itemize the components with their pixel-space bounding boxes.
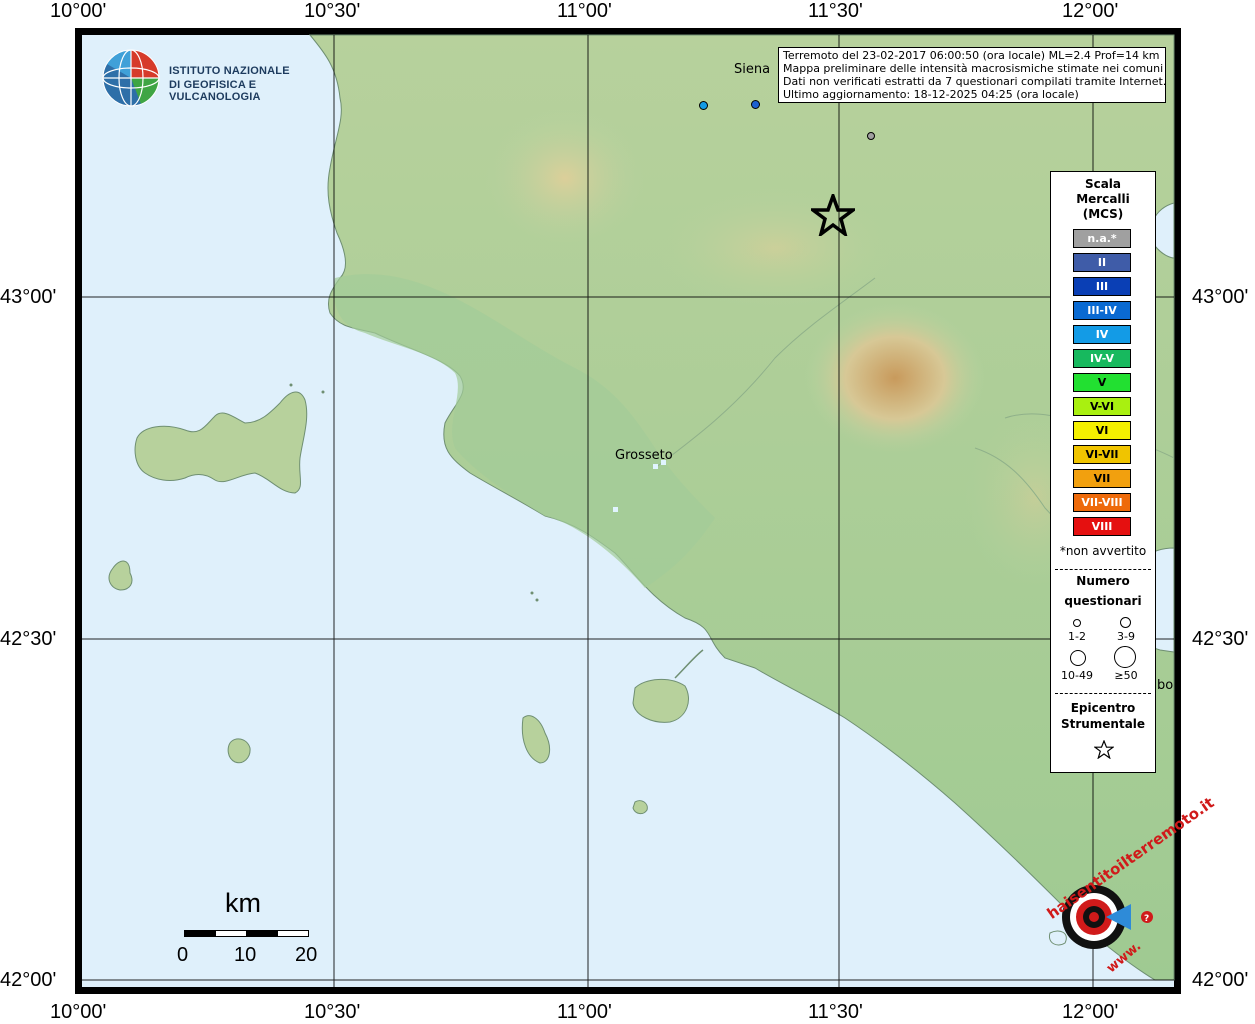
ingv-name-line2: DI GEOFISICA E VULCANOLOGIA [169,79,261,103]
event-info-line: Mappa preliminare delle intensità macros… [783,62,1164,75]
lat-label-left: 43°00' [0,286,57,308]
mcs-swatch: VII [1073,469,1131,488]
hsit-logo: ? haisentitoilterremoto.it www. [1034,794,1218,980]
intensity-marker[interactable] [699,101,708,110]
lat-label-left: 42°00' [0,969,57,991]
mcs-swatch: VI [1073,421,1131,440]
legend-divider [1055,693,1151,694]
islet [321,390,325,394]
mcs-swatch: III-IV [1073,301,1131,320]
legend-divider [1055,569,1151,570]
mcs-legend: Scala Mercalli (MCS) n.a.* II III III-IV IV I… [1050,171,1156,773]
scale-segment [277,930,309,937]
islet [530,591,534,595]
not-felt-note: *non avvertito [1059,544,1147,558]
size-label: ≥50 [1114,669,1138,682]
lon-label-bottom: 10°00' [50,1001,107,1023]
lat-label-right: 42°00' [1192,969,1249,991]
mcs-swatch: IV [1073,325,1131,344]
isola-montecristo [227,738,251,764]
hills-north [485,108,645,248]
lon-label-bottom: 10°30' [304,1001,361,1023]
scale-segment [215,930,248,937]
lat-label-right: 43°00' [1192,286,1249,308]
lon-label-top: 11°00' [557,0,612,22]
size-label: 10-49 [1061,669,1093,682]
size-circle-xlarge-icon [1114,646,1136,668]
mcs-swatch: VIII [1073,517,1131,536]
lon-label-bottom: 11°00' [557,1001,612,1023]
lon-label-top: 12°00' [1062,0,1119,22]
islet [535,598,539,602]
scale-label: 20 [295,944,318,966]
size-label: 1-2 [1068,630,1086,643]
mcs-swatch: V-VI [1073,397,1131,416]
ingv-logo: ISTITUTO NAZIONALE DI GEOFISICA E VULCAN… [101,48,311,108]
mcs-swatch: III [1073,277,1131,296]
mcs-swatch: VI-VII [1073,445,1131,464]
ingv-globe-icon [102,49,160,107]
mcs-swatch: VII-VIII [1073,493,1131,512]
event-info-line: Terremoto del 23-02-2017 06:00:50 (ora l… [783,49,1160,62]
city-label-partial: bo [1157,678,1174,693]
scale-label: 10 [234,944,257,966]
mcs-swatch: IV-V [1073,349,1131,368]
questionnaires-header: questionari [1064,594,1142,608]
city-label-grosseto: Grosseto [615,448,673,463]
map-canvas[interactable]: Siena Grosseto bo [75,28,1181,994]
grosseto-marker[interactable] [613,507,618,512]
intensity-marker[interactable] [867,132,875,140]
relief-map [82,34,1175,987]
lon-label-bottom: 11°30' [808,1001,863,1023]
lon-label-bottom: 12°00' [1062,1001,1119,1023]
mcs-swatch: II [1073,253,1131,272]
size-circle-medium-icon [1120,617,1131,628]
lon-label-top: 11°30' [808,0,863,22]
scale-bar: km 0 10 20 [177,888,330,968]
svg-text:?: ? [1144,914,1149,924]
size-circle-small-icon [1073,619,1081,627]
legend-title: Scala Mercalli (MCS) [1076,177,1130,221]
islet [289,383,293,387]
event-info-box: Terremoto del 23-02-2017 06:00:50 (ora l… [778,47,1166,103]
monte-amiata [805,303,985,453]
scale-unit: km [225,888,261,918]
epicenter-star-icon[interactable] [811,194,855,236]
lon-label-top: 10°30' [304,0,361,22]
grosseto-marker[interactable] [653,464,658,469]
event-info-line: Ultimo aggiornamento: 18-12-2025 04:25 (… [783,88,1079,101]
scale-segment [246,930,279,937]
epicenter-header: Epicentro [1070,701,1136,715]
isola-giannutri [632,800,648,815]
questionnaires-header: Numero [1076,574,1130,588]
lat-label-right: 42°30' [1192,628,1249,650]
ingv-name-line1: ISTITUTO NAZIONALE [169,65,290,77]
mcs-swatch: n.a.* [1073,229,1131,248]
lon-label-top: 10°00' [50,0,107,22]
scale-label: 0 [177,944,189,966]
epicenter-header: Strumentale [1060,717,1146,731]
event-info-line: Dati non verificati estratti da 7 questi… [783,75,1167,88]
scale-segment [184,930,217,937]
monte-argentario [632,679,689,723]
size-circle-large-icon [1070,650,1086,666]
size-label: 3-9 [1117,630,1135,643]
city-label-siena: Siena [734,62,771,77]
mcs-swatch: V [1073,373,1131,392]
legend-star-icon [1094,740,1114,759]
intensity-marker[interactable] [751,100,760,109]
lat-label-left: 42°30' [0,628,57,650]
